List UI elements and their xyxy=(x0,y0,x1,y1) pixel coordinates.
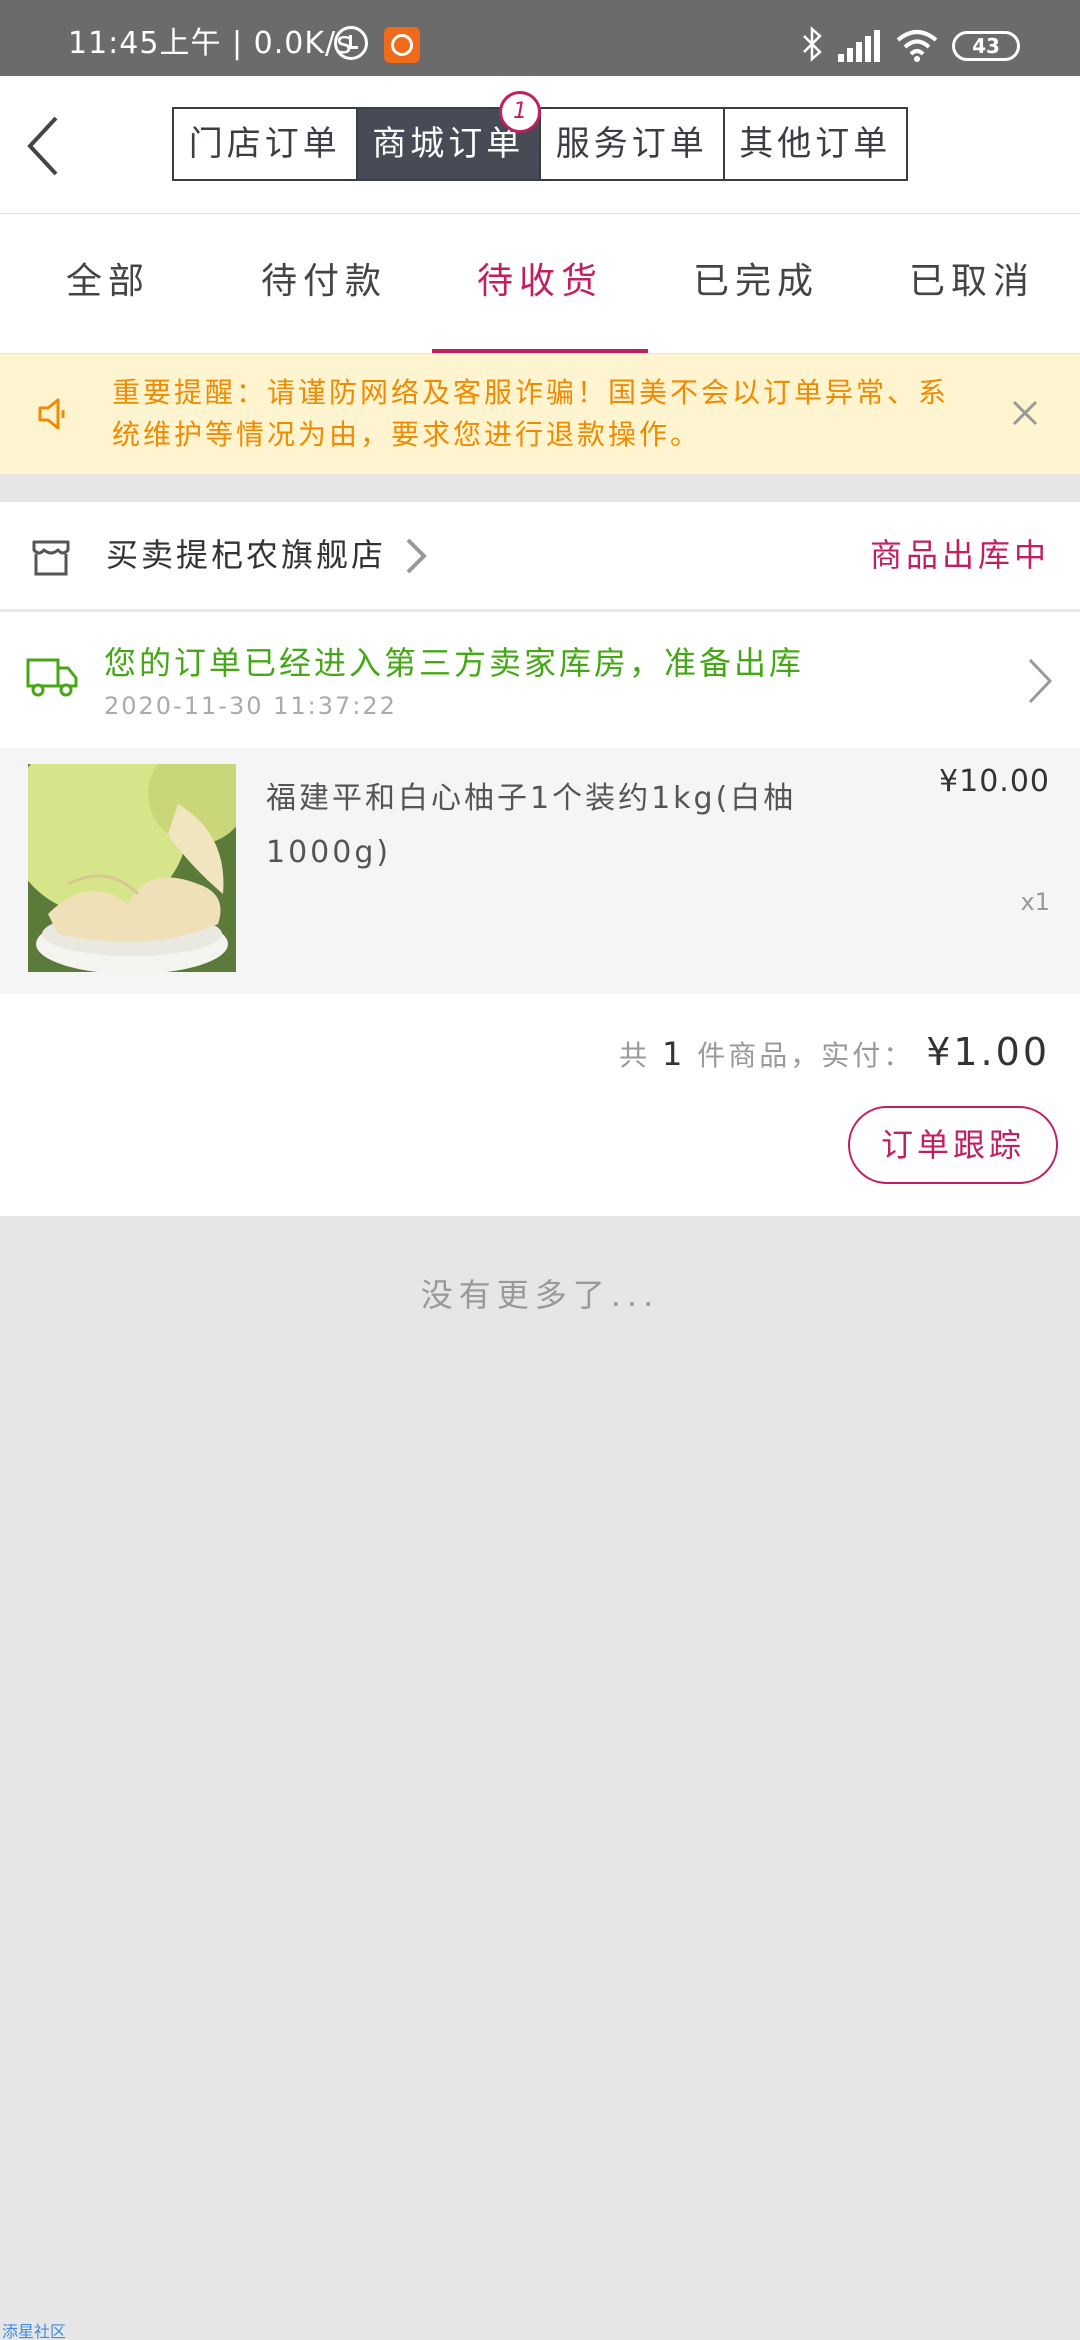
segment-store-orders[interactable]: 门店订单 xyxy=(174,109,356,179)
alarm-icon xyxy=(334,26,368,60)
segment-service-orders[interactable]: 服务订单 xyxy=(539,109,723,179)
logistics-message: 您的订单已经进入第三方卖家库房，准备出库 xyxy=(104,644,805,682)
tab-pending-receipt[interactable]: 待收货 xyxy=(432,214,648,353)
tab-all[interactable]: 全部 xyxy=(0,214,216,353)
fraud-notice-banner: 重要提醒：请谨防网络及客服诈骗！国美不会以订单异常、系统维护等情况为由，要求您进… xyxy=(0,354,1080,474)
track-order-button[interactable]: 订单跟踪 xyxy=(848,1106,1058,1184)
chevron-right-icon xyxy=(1028,658,1053,704)
shop-row[interactable]: 买卖提杞农旗舰店 商品出库中 xyxy=(0,502,1080,610)
signal-icon xyxy=(838,30,880,62)
status-bar: 11:45上午 | 0.0K/s 43 xyxy=(0,0,1080,76)
order-status-tabs: 全部 待付款 待收货 已完成 已取消 xyxy=(0,214,1080,354)
product-image xyxy=(28,764,236,972)
paid-amount: ¥1.00 xyxy=(926,1030,1050,1074)
logistics-time: 2020-11-30 11:37:22 xyxy=(104,692,397,720)
truck-icon xyxy=(26,658,78,697)
header: 门店订单 商城订单 服务订单 其他订单 1 xyxy=(0,76,1080,214)
tab-completed[interactable]: 已完成 xyxy=(648,214,864,353)
logistics-row[interactable]: 您的订单已经进入第三方卖家库房，准备出库 2020-11-30 11:37:22 xyxy=(0,612,1080,748)
product-price: ¥10.00 xyxy=(939,764,1050,799)
summary-prefix: 共 xyxy=(619,1039,651,1072)
store-icon xyxy=(32,540,70,576)
payment-summary: 共 1 件商品，实付： ¥1.00 xyxy=(619,1030,1050,1074)
product-quantity: x1 xyxy=(1020,888,1050,916)
order-type-segment: 门店订单 商城订单 服务订单 其他订单 1 xyxy=(172,91,908,181)
tab-pending-payment[interactable]: 待付款 xyxy=(216,214,432,353)
notice-text: 重要提醒：请谨防网络及客服诈骗！国美不会以订单异常、系统维护等情况为由，要求您进… xyxy=(112,376,950,451)
chevron-right-icon xyxy=(406,538,427,574)
shop-name: 买卖提杞农旗舰店 xyxy=(106,536,387,574)
wifi-icon xyxy=(896,30,938,62)
product-item[interactable]: 福建平和白心柚子1个装约1kg(白柚 1000g) ¥10.00 x1 xyxy=(0,748,1080,994)
product-name: 福建平和白心柚子1个装约1kg(白柚 1000g) xyxy=(266,781,797,870)
close-icon[interactable] xyxy=(1010,398,1040,428)
segment-other-orders[interactable]: 其他订单 xyxy=(722,109,907,179)
order-status: 商品出库中 xyxy=(869,536,1050,574)
tab-cancelled[interactable]: 已取消 xyxy=(864,214,1080,353)
mi-app-icon xyxy=(384,27,420,63)
bluetooth-icon xyxy=(803,26,822,62)
summary-mid: 件商品，实付： xyxy=(697,1039,915,1072)
status-time: 11:45上午 | 0.0K/s xyxy=(68,26,353,61)
watermark: 添星社区 xyxy=(2,2322,67,2340)
item-count: 1 xyxy=(662,1035,686,1073)
battery-icon: 43 xyxy=(952,31,1020,61)
speaker-icon xyxy=(38,398,65,430)
back-arrow-icon[interactable] xyxy=(18,104,98,184)
order-summary: 共 1 件商品，实付： ¥1.00 订单跟踪 xyxy=(0,994,1080,1216)
no-more-text: 没有更多了... xyxy=(420,1276,660,1314)
mall-orders-badge: 1 xyxy=(499,91,541,133)
